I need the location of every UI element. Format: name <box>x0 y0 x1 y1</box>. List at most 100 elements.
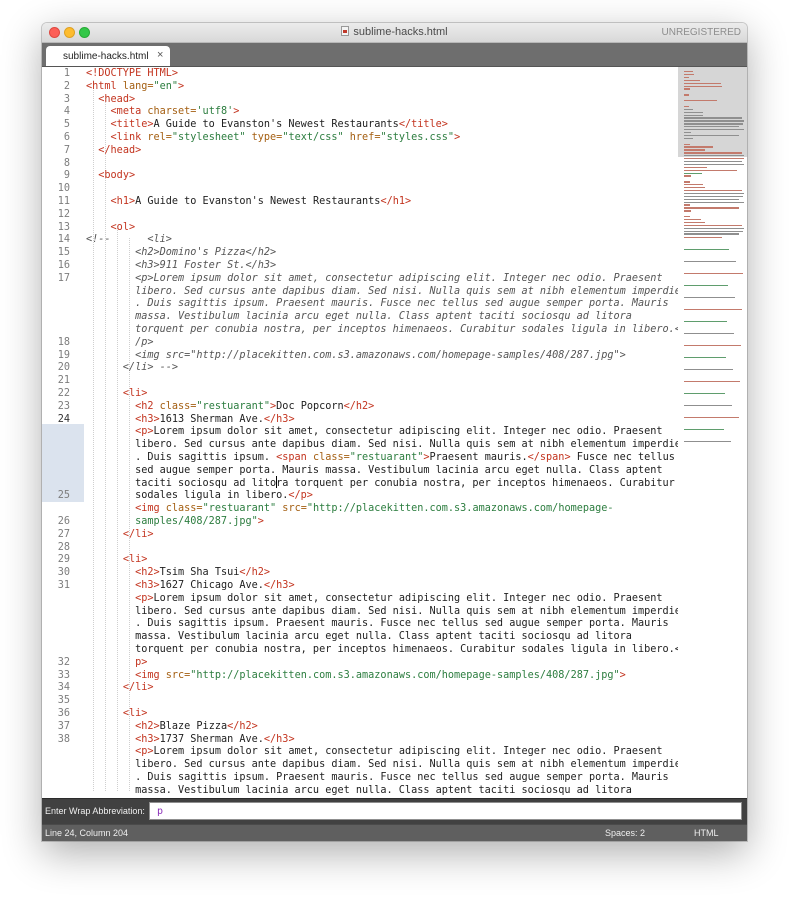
line-number: 23 <box>57 400 70 412</box>
code-line[interactable]: <link rel="stylesheet" type="text/css" h… <box>86 131 461 144</box>
code-line[interactable]: <p>Lorem ipsum dolor sit amet, consectet… <box>86 745 662 758</box>
code-line[interactable]: <!-- <li> <box>86 233 172 246</box>
code-line[interactable]: taciti sociosqu ad litora torquent per c… <box>86 477 675 490</box>
code-token: libero. Sed cursus ante dapibus diam. Se… <box>86 759 688 771</box>
code-line[interactable]: <h2>Domino's Pizza</h2> <box>86 246 276 259</box>
code-line[interactable]: . Duis sagittis ipsum. <span class="rest… <box>86 451 675 464</box>
code-token: </h3> <box>263 733 295 745</box>
code-token: . Duis sagittis ipsum. <box>86 452 277 463</box>
code-line[interactable]: <h3>911 Foster St.</h3> <box>86 259 276 272</box>
code-line[interactable]: libero. Sed cursus ante dapibus diam. Se… <box>86 285 687 298</box>
code-line[interactable]: <li> <box>86 553 148 566</box>
code-line[interactable]: samples/408/287.jpg"> <box>86 515 264 528</box>
code-token: Tsim Sha Tsui <box>159 567 240 579</box>
code-token: </li> <box>122 682 154 694</box>
wrap-abbreviation-input[interactable] <box>149 802 742 820</box>
line-number: 32 <box>57 656 70 668</box>
line-number: 31 <box>57 580 70 591</box>
code-line[interactable]: <h3>1613 Sherman Ave.</h3> <box>86 413 295 426</box>
code-token: </h3> <box>263 413 295 425</box>
code-line[interactable]: <h2 class="restuarant">Doc Popcorn</h2> <box>86 400 374 413</box>
code-line[interactable]: /p> <box>86 336 153 349</box>
line-number: 33 <box>57 669 70 681</box>
code-line[interactable]: sed augue semper porta. Mauris massa. Ve… <box>86 464 662 477</box>
code-line[interactable]: libero. Sed cursus ante dapibus diam. Se… <box>86 438 687 451</box>
close-icon[interactable]: × <box>157 49 163 61</box>
code-line[interactable]: <body> <box>86 169 135 182</box>
syntax-mode[interactable]: HTML <box>694 828 719 838</box>
code-line[interactable]: sodales ligula in libero.</p> <box>86 489 313 502</box>
code-line[interactable]: <img src="http://placekitten.com.s3.amaz… <box>86 669 626 682</box>
code-line[interactable]: <li> <box>86 707 148 720</box>
code-area[interactable]: <!DOCTYPE HTML> <html lang="en"> <head> <… <box>86 67 687 798</box>
code-line[interactable]: </li> <box>86 528 154 541</box>
code-line[interactable]: <p>Lorem ipsum dolor sit amet, consectet… <box>86 425 663 438</box>
code-token: <p> <box>135 746 154 758</box>
code-line[interactable]: p> <box>86 656 147 669</box>
code-line[interactable]: libero. Sed cursus ante dapibus diam. Se… <box>86 605 687 618</box>
code-line[interactable]: <img class="restuarant" src="http://plac… <box>86 502 613 515</box>
code-line[interactable]: <p>Lorem ipsum dolor sit amet, consectet… <box>86 592 662 605</box>
line-number: 20 <box>57 362 70 374</box>
code-line[interactable]: massa. Vestibulum lacinia arcu eget null… <box>86 784 632 797</box>
code-token: <li> <box>122 708 148 719</box>
code-token: class= <box>153 400 197 412</box>
wrap-abbreviation-panel: Enter Wrap Abbreviation: <box>42 798 747 825</box>
minimap-line <box>684 249 729 251</box>
code-line[interactable]: . Duis sagittis ipsum. Praesent mauris. … <box>86 771 669 784</box>
code-line[interactable]: <p>Lorem ipsum dolor sit amet, consectet… <box>86 272 662 285</box>
indentation-setting[interactable]: Spaces: 2 <box>605 828 645 838</box>
line-number: 37 <box>57 720 70 732</box>
line-number-gutter: 1 2 3 4 5 6 7 8 9 10 11 12 13 14 15 16 17 18 19 20 21 22 23 24 2… <box>42 67 84 798</box>
code-line[interactable]: <meta charset='utf8'> <box>86 105 240 118</box>
line-number <box>42 425 84 438</box>
minimap-line <box>684 345 741 347</box>
line-number: 5 <box>63 119 70 131</box>
code-token: massa. Vestibulum lacinia arcu eget null… <box>86 311 632 323</box>
code-line[interactable]: </head> <box>86 144 141 157</box>
code-token: Lorem ipsum dolor sit amet, consectetur … <box>153 426 663 438</box>
code-line[interactable]: torquent per conubia nostra, per incepto… <box>86 643 687 656</box>
code-line[interactable]: <!DOCTYPE HTML> <box>86 67 178 80</box>
code-line[interactable]: <html lang="en"> <box>86 80 184 93</box>
code-line[interactable]: </li> <box>86 681 154 694</box>
minimap-line <box>684 123 743 125</box>
code-token: rel= <box>141 132 172 143</box>
minimap-line <box>684 152 743 154</box>
code-line[interactable]: <li> <box>86 387 148 400</box>
minimap[interactable] <box>678 67 747 798</box>
code-line[interactable]: . Duis sagittis ipsum. Praesent mauris. … <box>86 617 669 630</box>
code-line[interactable]: libero. Sed cursus ante dapibus diam. Se… <box>86 758 687 771</box>
code-line[interactable]: massa. Vestibulum lacinia arcu eget null… <box>86 630 632 643</box>
code-line[interactable]: <h3>1627 Chicago Ave.</h3> <box>86 579 295 592</box>
code-line[interactable]: <ol> <box>86 221 136 234</box>
code-token: A Guide to Evanston's Newest Restaurants <box>135 196 381 207</box>
code-line[interactable]: <img src="http://placekitten.com.s3.amaz… <box>86 349 626 362</box>
code-token: <h3> <box>135 580 160 591</box>
code-token: p> <box>86 656 148 668</box>
code-line[interactable]: . Duis sagittis ipsum. Praesent mauris. … <box>86 297 669 310</box>
code-line[interactable]: </li> --> <box>86 361 178 374</box>
code-editor[interactable]: 1 2 3 4 5 6 7 8 9 10 11 12 13 14 15 16 17 18 19 20 21 22 23 24 2… <box>42 67 747 798</box>
code-line[interactable]: <h1>A Guide to Evanston's Newest Restaur… <box>86 195 412 208</box>
tab-sublime-hacks[interactable]: sublime-hacks.html × <box>46 46 170 66</box>
code-line[interactable]: <head> <box>86 93 135 106</box>
minimap-line <box>684 100 717 102</box>
title-bar[interactable]: sublime-hacks.html UNREGISTERED <box>42 23 747 43</box>
code-line[interactable]: massa. Vestibulum lacinia arcu eget null… <box>86 310 632 323</box>
code-line[interactable]: <h2>Blaze Pizza</h2> <box>86 720 258 733</box>
line-number: 28 <box>57 541 70 553</box>
minimap-line <box>684 160 743 163</box>
line-number: 25 <box>57 490 70 502</box>
code-line[interactable]: <h2>Tsim Sha Tsui</h2> <box>86 566 270 579</box>
code-line[interactable]: torquent per conubia nostra, per incepto… <box>86 323 681 336</box>
code-line[interactable]: <h3>1737 Sherman Ave.</h3> <box>86 733 295 746</box>
code-line[interactable]: <title>A Guide to Evanston's Newest Rest… <box>86 118 448 131</box>
line-number: 6 <box>63 132 70 143</box>
